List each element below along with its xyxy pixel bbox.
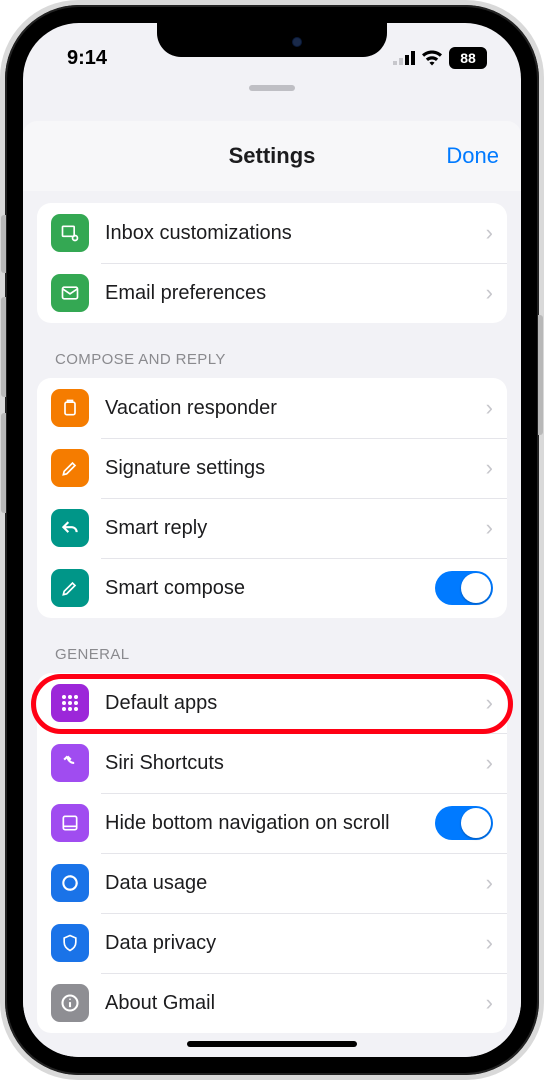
page-title: Settings (229, 143, 316, 169)
inbox-customizations-icon (51, 214, 89, 252)
row-label: Data usage (105, 871, 470, 895)
chevron-icon: › (486, 455, 493, 481)
notch (157, 23, 387, 57)
smart-reply-row[interactable]: Smart reply › (37, 498, 507, 558)
time-label: 9:14 (67, 47, 107, 70)
default-apps-row[interactable]: Default apps › (37, 673, 507, 733)
vacation-responder-row[interactable]: Vacation responder › (37, 378, 507, 438)
smart-compose-row[interactable]: Smart compose (37, 558, 507, 618)
row-label: Smart reply (105, 516, 470, 540)
chevron-icon: › (486, 395, 493, 421)
home-indicator[interactable] (187, 1041, 357, 1047)
chevron-icon: › (486, 930, 493, 956)
about-gmail-row[interactable]: About Gmail › (37, 973, 507, 1033)
chevron-icon: › (486, 870, 493, 896)
data-usage-icon (51, 864, 89, 902)
row-label: Data privacy (105, 931, 470, 955)
signature-settings-row[interactable]: Signature settings › (37, 438, 507, 498)
done-button[interactable]: Done (446, 143, 499, 169)
settings-content[interactable]: Inbox customizations › Email preferences… (23, 191, 521, 1057)
row-label: Email preferences (105, 281, 470, 305)
inbox-customizations-row[interactable]: Inbox customizations › (37, 203, 507, 263)
row-label: Vacation responder (105, 396, 470, 420)
smart-compose-toggle[interactable] (435, 571, 493, 605)
compose-icon (51, 569, 89, 607)
row-label: Hide bottom navigation on scroll (105, 811, 419, 835)
chevron-icon: › (486, 990, 493, 1016)
screen: 9:14 88 Settings Done (23, 23, 521, 1057)
hide-bottom-nav-row[interactable]: Hide bottom navigation on scroll (37, 793, 507, 853)
vacation-icon (51, 389, 89, 427)
hide-bottom-nav-toggle[interactable] (435, 806, 493, 840)
email-icon (51, 274, 89, 312)
compose-settings-list: Vacation responder › Signature settings … (37, 378, 507, 618)
info-icon (51, 984, 89, 1022)
row-label: Smart compose (105, 576, 419, 600)
chevron-icon: › (486, 280, 493, 306)
reply-icon (51, 509, 89, 547)
wifi-icon (421, 50, 443, 66)
battery-indicator: 88 (449, 47, 487, 69)
row-label: Siri Shortcuts (105, 751, 470, 775)
apps-grid-icon (51, 684, 89, 722)
row-label: About Gmail (105, 991, 470, 1015)
signature-icon (51, 449, 89, 487)
siri-icon (51, 744, 89, 782)
data-privacy-row[interactable]: Data privacy › (37, 913, 507, 973)
general-section-header: GENERAL (37, 646, 507, 673)
general-settings-list: Default apps › Siri Shortcuts › (37, 673, 507, 1033)
row-label: Inbox customizations (105, 221, 470, 245)
row-label: Default apps (105, 691, 470, 715)
inbox-settings-list: Inbox customizations › Email preferences… (37, 203, 507, 323)
app-switcher-handle[interactable] (23, 79, 521, 109)
chevron-icon: › (486, 220, 493, 246)
cellular-icon (393, 51, 415, 65)
bottom-nav-icon (51, 804, 89, 842)
chevron-icon: › (486, 515, 493, 541)
chevron-icon: › (486, 750, 493, 776)
settings-header: Settings Done (23, 121, 521, 191)
chevron-icon: › (486, 690, 493, 716)
data-usage-row[interactable]: Data usage › (37, 853, 507, 913)
email-preferences-row[interactable]: Email preferences › (37, 263, 507, 323)
compose-section-header: COMPOSE AND REPLY (37, 351, 507, 378)
phone-frame: 9:14 88 Settings Done (5, 5, 539, 1075)
siri-shortcuts-row[interactable]: Siri Shortcuts › (37, 733, 507, 793)
privacy-shield-icon (51, 924, 89, 962)
row-label: Signature settings (105, 456, 470, 480)
